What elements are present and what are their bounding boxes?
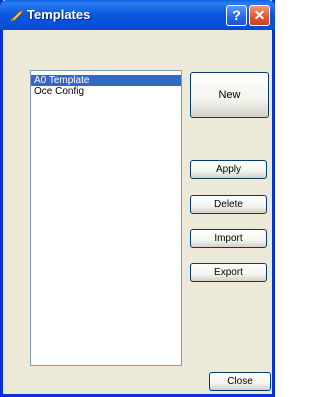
list-item[interactable]: A0 Template: [31, 75, 181, 86]
new-button[interactable]: New: [190, 72, 269, 118]
close-icon: ✕: [253, 7, 266, 23]
window-title: Templates: [27, 7, 91, 22]
pencil-icon: [10, 8, 24, 22]
templates-dialog: Templates ? ✕ A0 Template Oce Config New…: [0, 0, 275, 397]
export-button[interactable]: Export: [190, 263, 267, 282]
help-button[interactable]: ?: [226, 5, 247, 26]
title-close-button[interactable]: ✕: [249, 5, 270, 26]
question-mark-icon: ?: [232, 7, 241, 23]
delete-button[interactable]: Delete: [190, 195, 267, 214]
templates-listbox[interactable]: A0 Template Oce Config: [30, 70, 182, 366]
apply-button[interactable]: Apply: [190, 160, 267, 179]
import-button[interactable]: Import: [190, 229, 267, 248]
title-bar[interactable]: Templates ? ✕: [0, 0, 275, 30]
close-button[interactable]: Close: [209, 372, 271, 391]
list-item[interactable]: Oce Config: [31, 86, 181, 97]
